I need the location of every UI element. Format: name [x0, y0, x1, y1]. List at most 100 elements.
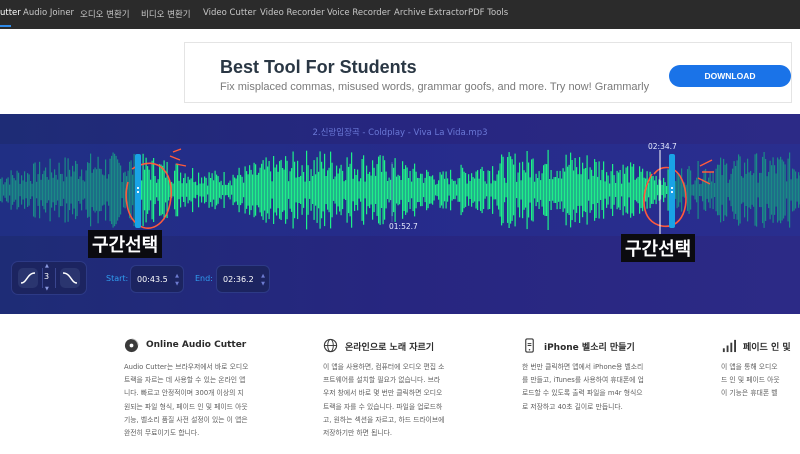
waveform-bar — [192, 168, 194, 213]
waveform-bar — [636, 178, 638, 202]
nav-item-video-cutter[interactable]: Video Cutter — [203, 8, 256, 18]
waveform-bar — [217, 176, 219, 204]
waveform-bar — [13, 178, 15, 202]
waveform-bar — [616, 170, 618, 210]
waveform-bar — [555, 177, 557, 203]
waveform-bar — [154, 176, 156, 205]
nav-item-audio-converter[interactable]: 오디오 변환기 — [80, 8, 130, 20]
fade-in-button[interactable] — [18, 268, 38, 288]
waveform-bar — [765, 159, 767, 221]
waveform-bar — [289, 171, 291, 209]
nav-item-audio-joiner[interactable]: Audio Joiner — [23, 8, 74, 18]
waveform-bar — [408, 178, 410, 203]
end-time-field[interactable]: 02:36.2 ▲ ▼ — [216, 265, 270, 293]
waveform-bar — [628, 182, 630, 198]
card-line: 로 저장하고 40초 길이로 만듭니다. — [522, 402, 623, 411]
waveform-bar — [657, 184, 659, 196]
card-line: 트랙을 자르는 데 사용할 수 있는 온라인 앱 — [124, 376, 246, 385]
waveform-bar — [309, 181, 311, 199]
nav-item-pdf-tools[interactable]: PDF Tools — [468, 8, 508, 18]
waveform-bar — [214, 170, 216, 210]
spin-up-icon[interactable]: ▲ — [45, 263, 49, 269]
waveform-bar — [109, 158, 111, 222]
waveform-bar — [105, 159, 107, 221]
waveform-bar — [523, 170, 525, 210]
waveform-bar — [48, 179, 50, 201]
feature-card-fade: 페이드 인 및 이 앱을 통해 오디오 드 인 및 페이드 아웃 이 기능은 휴… — [721, 338, 800, 401]
waveform-bar — [37, 174, 39, 206]
waveform-bar — [295, 177, 297, 203]
track-name: 2.신랑입장곡 - Coldplay - Viva La Vida.mp3 — [312, 128, 488, 138]
signal-bars-icon — [722, 339, 736, 353]
waveform-bar — [757, 182, 759, 198]
nav-item-video-recorder[interactable]: Video Recorder — [260, 8, 325, 18]
waveform-bar — [363, 155, 365, 225]
waveform-bar — [579, 157, 581, 223]
waveform-bar — [30, 181, 32, 199]
waveform-bar — [310, 169, 312, 211]
globe-icon — [323, 338, 338, 353]
waveform-bar — [349, 163, 351, 217]
card-line: 로드할 수 있도록 출력 파일을 m4r 형식으 — [522, 389, 643, 398]
waveform-bar — [232, 174, 234, 206]
waveform-bar — [99, 168, 101, 212]
end-spin-icon[interactable]: ▲ ▼ — [261, 272, 265, 288]
waveform-bar — [603, 161, 605, 219]
waveform-bar — [535, 173, 537, 207]
waveform[interactable] — [0, 114, 800, 314]
waveform-bar — [357, 169, 359, 211]
nav-item-audio-cutter[interactable]: utter — [0, 8, 21, 18]
waveform-bar — [160, 164, 162, 216]
waveform-bar — [436, 183, 438, 197]
waveform-bar — [723, 158, 725, 221]
waveform-bar — [414, 163, 416, 217]
waveform-bar — [396, 176, 398, 204]
waveform-bar — [229, 180, 231, 200]
waveform-bar — [735, 166, 737, 214]
card-line: 저장하기만 하면 됩니다. — [323, 429, 393, 438]
start-time-field[interactable]: 00:43.5 ▲ ▼ — [130, 265, 184, 293]
waveform-bar — [12, 175, 14, 205]
waveform-bar — [642, 168, 644, 212]
end-time-value: 02:36.2 — [223, 275, 254, 284]
waveform-bar — [798, 172, 800, 208]
ad-download-button[interactable]: DOWNLOAD — [669, 65, 791, 87]
waveform-bar — [283, 169, 285, 211]
waveform-bar — [613, 175, 615, 205]
nav-item-video-converter[interactable]: 비디오 변환기 — [141, 8, 191, 20]
waveform-bar — [519, 162, 521, 218]
waveform-bar — [168, 179, 170, 201]
start-handle[interactable] — [135, 154, 141, 228]
waveform-bar — [472, 177, 474, 203]
card-line: 드 인 및 페이드 아웃 — [721, 376, 780, 385]
waveform-bar — [459, 178, 461, 202]
waveform-bar — [351, 152, 353, 228]
nav-item-voice-recorder[interactable]: Voice Recorder — [327, 8, 390, 18]
waveform-bar — [484, 181, 486, 199]
waveform-bar — [294, 161, 296, 219]
waveform-bar — [172, 183, 174, 197]
end-handle[interactable] — [669, 154, 675, 228]
start-spin-icon[interactable]: ▲ ▼ — [175, 272, 179, 288]
waveform-bar — [516, 181, 518, 199]
waveform-bar — [622, 164, 624, 216]
waveform-bar — [759, 172, 761, 208]
waveform-bar — [793, 169, 795, 211]
waveform-bar — [45, 167, 47, 213]
waveform-bar — [625, 167, 627, 213]
waveform-bar — [558, 178, 560, 202]
waveform-bar — [390, 179, 392, 201]
waveform-bar — [255, 164, 257, 216]
waveform-bar — [46, 177, 48, 203]
waveform-bar — [354, 168, 356, 211]
ad-banner[interactable]: Best Tool For Students Fix misplaced com… — [184, 42, 792, 103]
waveform-bar — [705, 168, 707, 211]
nav-item-archive-extractor[interactable]: Archive Extractor — [394, 8, 468, 18]
card-line: 이 앱을 통해 오디오 — [721, 363, 778, 371]
waveform-bar — [195, 181, 197, 199]
fade-out-button[interactable] — [60, 268, 80, 288]
waveform-bar — [487, 170, 489, 210]
waveform-bar — [67, 158, 69, 222]
spin-down-icon[interactable]: ▼ — [45, 286, 49, 292]
cursor-time: 01:52.7 — [389, 222, 418, 231]
